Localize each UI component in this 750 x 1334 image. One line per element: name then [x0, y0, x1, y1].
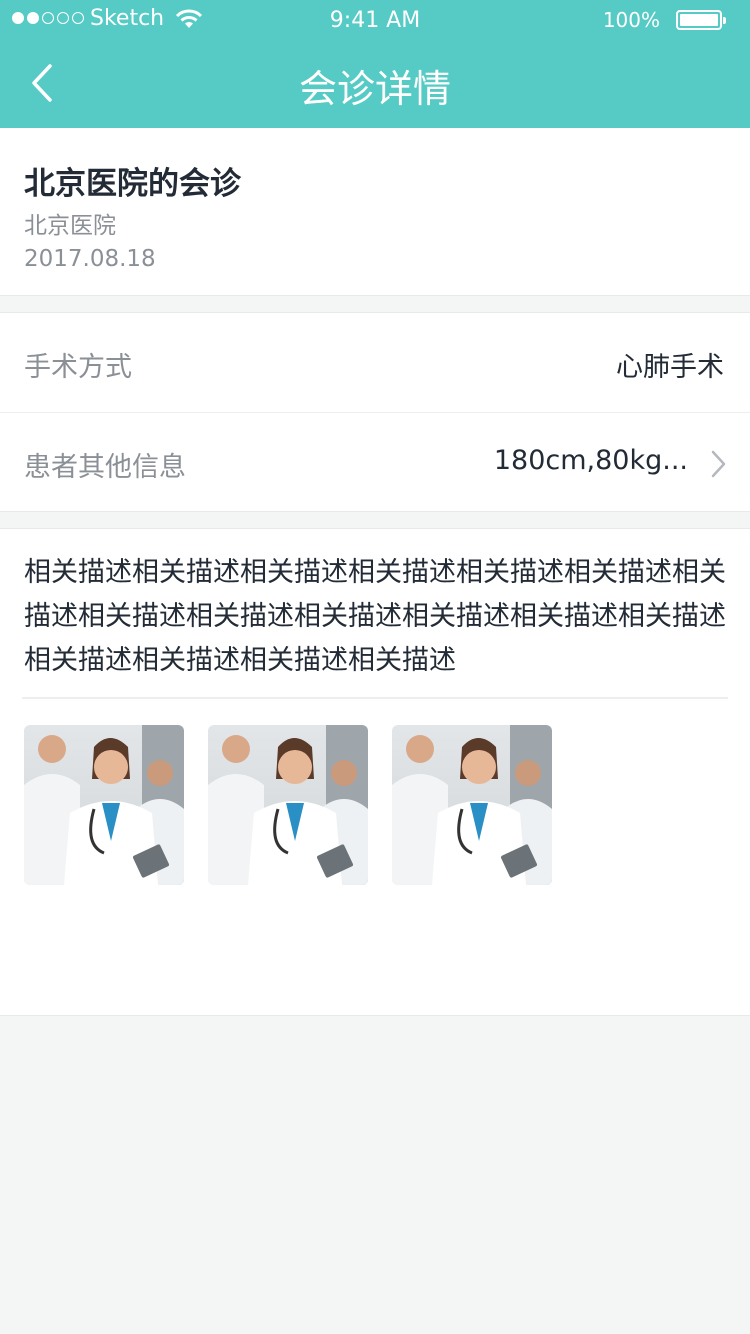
- description-text: 相关描述相关描述相关描述相关描述相关描述相关描述相关描述相关描述相关描述相关描述…: [24, 557, 726, 676]
- patient-info-label: 患者其他信息: [24, 452, 186, 483]
- surgery-type-label: 手术方式: [24, 352, 132, 383]
- surgery-type-row: 手术方式 心肺手术: [0, 313, 750, 413]
- status-bar: Sketch 9:41 AM 100%: [0, 0, 750, 40]
- doctors-photo-icon: [24, 725, 184, 885]
- description-card: 相关描述相关描述相关描述相关描述相关描述相关描述相关描述相关描述相关描述相关描述…: [0, 528, 750, 1016]
- photo-thumbnail[interactable]: [392, 725, 552, 885]
- header: Sketch 9:41 AM 100% 会诊详情: [0, 0, 750, 128]
- doctors-photo-icon: [392, 725, 552, 885]
- patient-info-value: 180cm,80kg...: [493, 445, 688, 476]
- divider: [22, 697, 728, 699]
- hospital-name: 北京医院: [24, 213, 116, 239]
- consultation-title: 北京医院的会诊: [24, 166, 241, 202]
- page-title: 会诊详情: [298, 67, 451, 111]
- nav-bar: 会诊详情: [0, 40, 750, 128]
- consultation-date: 2017.08.18: [24, 246, 156, 272]
- photo-thumbnail[interactable]: [208, 725, 368, 885]
- patient-info-row[interactable]: 患者其他信息 180cm,80kg...: [0, 413, 750, 513]
- consultation-summary-card: 北京医院的会诊 北京医院 2017.08.18: [0, 128, 750, 296]
- chevron-right-icon: [711, 450, 726, 478]
- photo-thumbnail[interactable]: [24, 725, 184, 885]
- battery-percent: 100%: [602, 8, 660, 32]
- details-list: 手术方式 心肺手术 患者其他信息 180cm,80kg...: [0, 312, 750, 512]
- photo-gallery: [24, 725, 552, 885]
- doctors-photo-icon: [208, 725, 368, 885]
- surgery-type-value: 心肺手术: [616, 352, 724, 383]
- battery-icon: [676, 10, 726, 30]
